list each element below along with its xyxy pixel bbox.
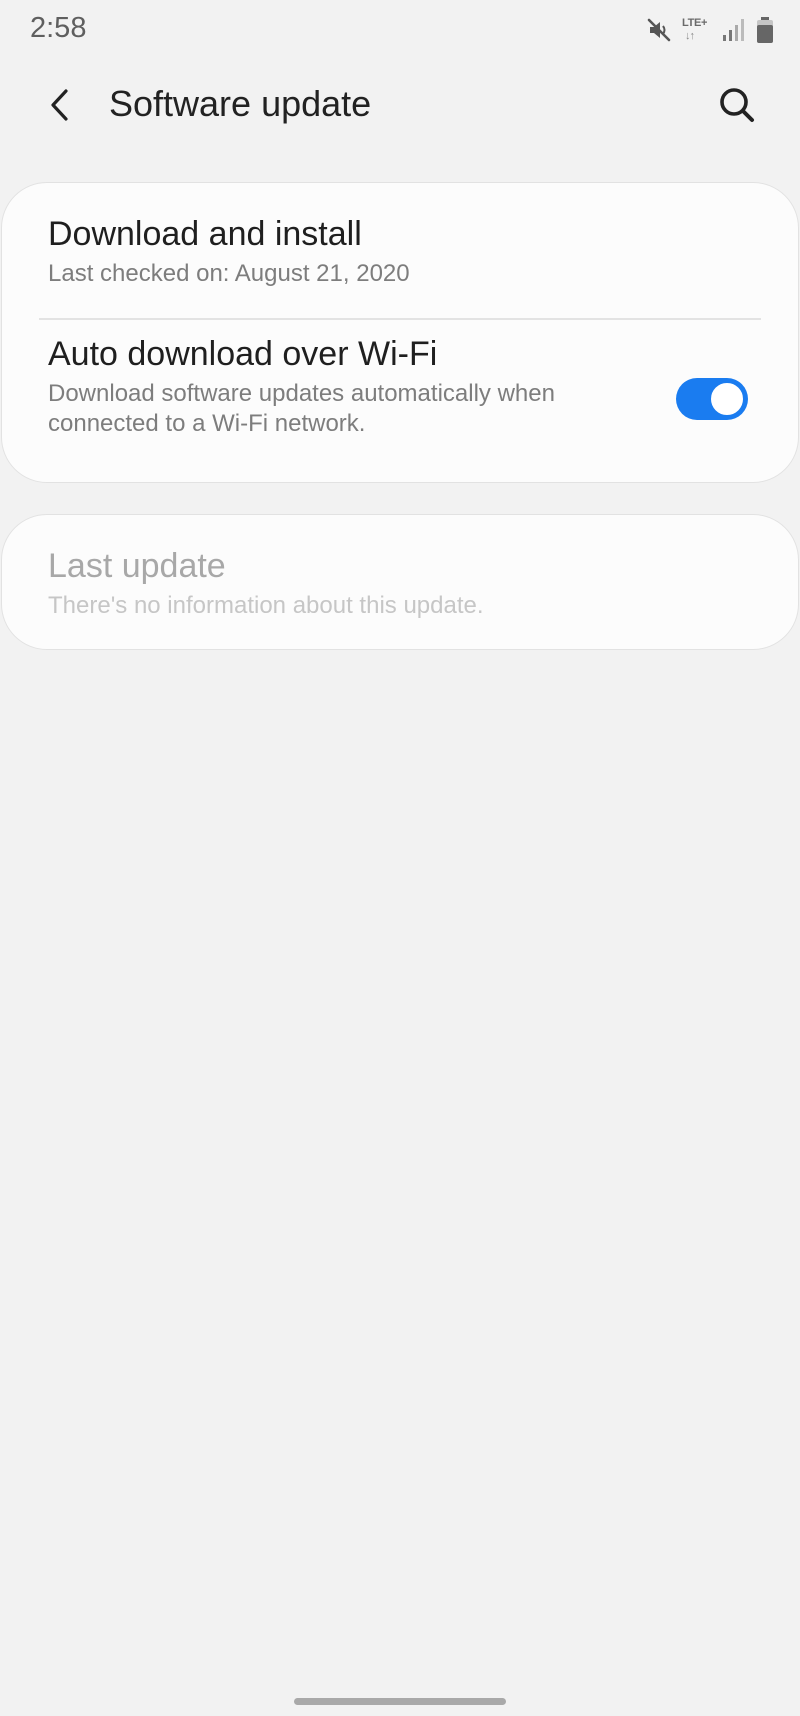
divider — [39, 318, 761, 320]
auto-download-item[interactable]: Auto download over Wi-Fi Download softwa… — [2, 321, 798, 483]
update-settings-card: Download and install Last checked on: Au… — [1, 182, 799, 483]
network-type-label: LTE+ — [682, 17, 708, 29]
app-bar: Software update — [0, 62, 800, 148]
auto-download-toggle[interactable] — [676, 378, 748, 420]
search-icon — [720, 88, 754, 122]
status-icons: LTE+ ↓↑ — [646, 14, 774, 46]
home-indicator[interactable] — [294, 1698, 506, 1705]
back-button[interactable] — [36, 80, 86, 130]
mute-icon — [646, 17, 672, 43]
status-bar: 2:58 LTE+ ↓↑ — [0, 0, 800, 62]
download-and-install-item[interactable]: Download and install Last checked on: Au… — [2, 183, 798, 319]
last-update-title: Last update — [48, 547, 226, 585]
auto-download-description: Download software updates automatically … — [48, 380, 555, 437]
back-arrow-icon — [51, 89, 68, 121]
auto-download-title: Auto download over Wi-Fi — [48, 335, 438, 373]
signal-icon — [722, 17, 746, 43]
last-checked-text: Last checked on: August 21, 2020 — [48, 260, 410, 287]
lte-icon: LTE+ ↓↑ — [682, 15, 712, 45]
download-and-install-title: Download and install — [48, 215, 362, 253]
status-time: 2:58 — [30, 12, 87, 44]
search-button[interactable] — [712, 80, 762, 130]
last-update-card: Last update There's no information about… — [1, 514, 799, 650]
data-activity-arrows: ↓↑ — [685, 30, 695, 42]
software-update-screen: 2:58 LTE+ ↓↑ Software update Download an… — [0, 0, 800, 1716]
last-update-description: There's no information about this update… — [48, 592, 484, 619]
battery-icon — [756, 16, 774, 44]
toggle-knob — [709, 381, 745, 417]
page-title: Software update — [109, 83, 372, 124]
